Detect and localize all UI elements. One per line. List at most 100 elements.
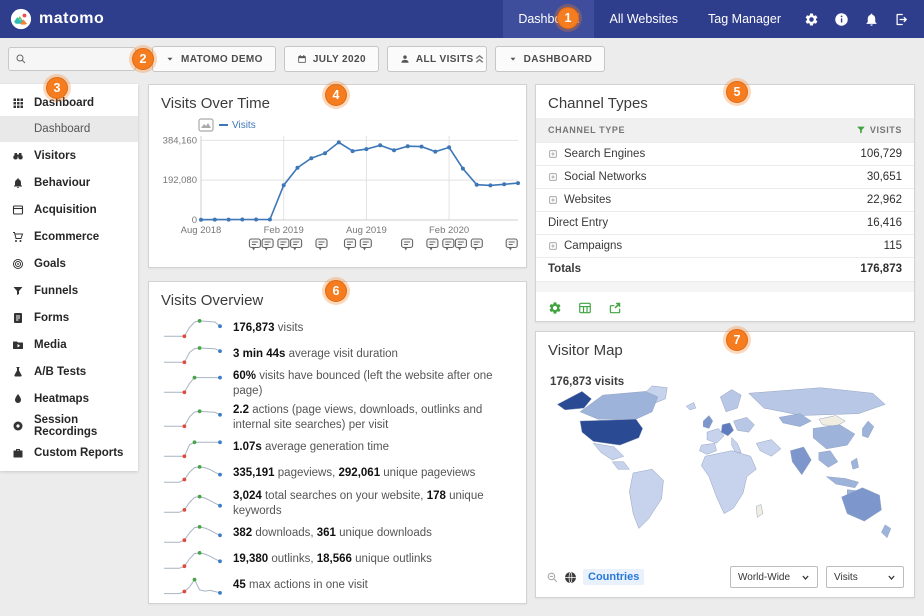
map-canada[interactable]: [580, 391, 658, 419]
search-input[interactable]: [32, 52, 129, 66]
svg-text:Feb 2019: Feb 2019: [264, 225, 304, 236]
map-kazakhstan[interactable]: [779, 414, 811, 427]
nav-item-tag-manager[interactable]: Tag Manager: [693, 0, 796, 38]
export-image-icon[interactable]: [199, 119, 213, 131]
totals-value: 176,873: [860, 263, 902, 275]
row-label: Search Engines: [564, 148, 645, 160]
globe-icon[interactable]: [564, 571, 577, 584]
map-mexico[interactable]: [593, 443, 623, 460]
map-philippines[interactable]: [851, 458, 859, 469]
nav-item-all-websites[interactable]: All Websites: [594, 0, 693, 38]
map-spain[interactable]: [699, 443, 716, 454]
matomo-logo[interactable]: matomo: [0, 8, 104, 30]
expand-plus-icon[interactable]: [548, 195, 558, 205]
world-map[interactable]: [546, 384, 906, 560]
column-visits[interactable]: VISITS: [856, 125, 902, 135]
annotation-icon[interactable]: [443, 239, 454, 251]
expand-plus-icon[interactable]: [548, 172, 558, 182]
nav-item-dashboard[interactable]: Dashboard: [503, 0, 594, 38]
export-export-report-icon[interactable]: [608, 301, 622, 315]
map-india[interactable]: [790, 447, 811, 475]
metric-select[interactable]: Visits: [826, 566, 904, 588]
table-row-direct-entry[interactable]: Direct Entry16,416: [536, 211, 914, 234]
map-south-america[interactable]: [629, 469, 663, 528]
table-row-websites[interactable]: Websites22,962: [536, 188, 914, 211]
search-box[interactable]: [8, 47, 136, 71]
annotation-icon[interactable]: [455, 239, 466, 251]
map-new-zealand[interactable]: [881, 525, 890, 538]
expand-plus-icon[interactable]: [548, 149, 558, 159]
expand-plus-icon[interactable]: [548, 241, 558, 251]
sidebar-item-dashboard-sub[interactable]: Dashboard: [0, 116, 138, 142]
settings-button[interactable]: [796, 0, 826, 38]
map-usa[interactable]: [580, 419, 643, 445]
map-uk[interactable]: [703, 415, 712, 428]
dashboard-selector[interactable]: DASHBOARD: [495, 46, 606, 72]
totals-label: Totals: [548, 263, 581, 275]
period-selector[interactable]: JULY 2020: [284, 46, 379, 72]
map-southeast-asia[interactable]: [819, 451, 838, 468]
sidebar-item-forms[interactable]: Forms: [0, 304, 138, 331]
map-mongolia[interactable]: [819, 415, 846, 426]
sidebar-item-visitors[interactable]: Visitors: [0, 142, 138, 169]
map-italy[interactable]: [732, 438, 741, 453]
annotation-icon[interactable]: [402, 239, 413, 251]
annotation-icon[interactable]: [316, 239, 327, 251]
map-japan[interactable]: [862, 421, 873, 438]
table-row-campaigns[interactable]: Campaigns115: [536, 234, 914, 257]
map-middle-east[interactable]: [756, 440, 781, 457]
segment-selector[interactable]: ALL VISITS: [387, 46, 487, 72]
table-row-social-networks[interactable]: Social Networks30,651: [536, 165, 914, 188]
site-selector[interactable]: MATOMO DEMO: [152, 46, 276, 72]
sidebar: DashboardDashboardVisitorsBehaviourAcqui…: [0, 84, 138, 471]
annotation-icon[interactable]: [360, 239, 371, 251]
table-row-search-engines[interactable]: Search Engines106,729: [536, 142, 914, 165]
overview-row: 335,191 pageviews, 292,061 unique pagevi…: [161, 461, 514, 487]
sidebar-item-session-recordings[interactable]: Session Recordings: [0, 412, 138, 439]
zoom-out-icon[interactable]: [546, 571, 559, 584]
table-table-view-icon[interactable]: [578, 301, 592, 315]
region-select[interactable]: World-Wide: [730, 566, 818, 588]
map-iceland[interactable]: [686, 403, 695, 410]
channel-types-widget: Channel Types CHANNEL TYPEVISITSSearch E…: [535, 84, 915, 322]
sidebar-item-dashboard[interactable]: Dashboard: [0, 89, 138, 116]
annotation-icon[interactable]: [291, 239, 302, 251]
annotation-icon[interactable]: [506, 239, 517, 251]
help-button[interactable]: [826, 0, 856, 38]
notifications-button[interactable]: [856, 0, 886, 38]
sidebar-item-behaviour[interactable]: Behaviour: [0, 169, 138, 196]
gear-report-settings-icon[interactable]: [548, 301, 562, 315]
sidebar-item-ecommerce[interactable]: Ecommerce: [0, 223, 138, 250]
map-madagascar[interactable]: [756, 504, 763, 517]
annotation-icon[interactable]: [249, 239, 260, 251]
collapse-dashboard-icon[interactable]: [473, 52, 486, 65]
map-indonesia[interactable]: [826, 477, 858, 488]
overview-row: 45 max actions in one visit: [161, 573, 514, 599]
sidebar-item-acquisition[interactable]: Acquisition: [0, 196, 138, 223]
sidebar-item-funnels[interactable]: Funnels: [0, 277, 138, 304]
sidebar-item-a-b-tests[interactable]: A/B Tests: [0, 358, 138, 385]
map-russia[interactable]: [749, 388, 885, 416]
segment-selector-label: ALL VISITS: [416, 54, 474, 65]
annotation-icon[interactable]: [262, 239, 273, 251]
map-africa[interactable]: [701, 451, 756, 514]
logout-button[interactable]: [886, 0, 916, 38]
annotation-icon[interactable]: [345, 239, 356, 251]
map-scandinavia[interactable]: [720, 390, 741, 412]
sidebar-item-media[interactable]: Media: [0, 331, 138, 358]
annotation-icon[interactable]: [278, 239, 289, 251]
countries-link[interactable]: Countries: [583, 569, 644, 585]
svg-text:Aug 2018: Aug 2018: [181, 225, 222, 236]
map-eastern-europe[interactable]: [734, 417, 755, 432]
annotation-icon[interactable]: [471, 239, 482, 251]
map-germany[interactable]: [721, 423, 733, 436]
map-central-america[interactable]: [612, 462, 629, 469]
visits-chart[interactable]: 0192,080384,160Aug 2018Feb 2019Aug 2019F…: [149, 116, 526, 264]
sidebar-item-goals[interactable]: Goals: [0, 250, 138, 277]
search-icon: [15, 53, 27, 65]
sidebar-item-label: Funnels: [34, 285, 78, 297]
map-china[interactable]: [813, 425, 855, 449]
sidebar-item-heatmaps[interactable]: Heatmaps: [0, 385, 138, 412]
annotation-icon[interactable]: [427, 239, 438, 251]
sidebar-item-custom-reports[interactable]: Custom Reports: [0, 439, 138, 466]
